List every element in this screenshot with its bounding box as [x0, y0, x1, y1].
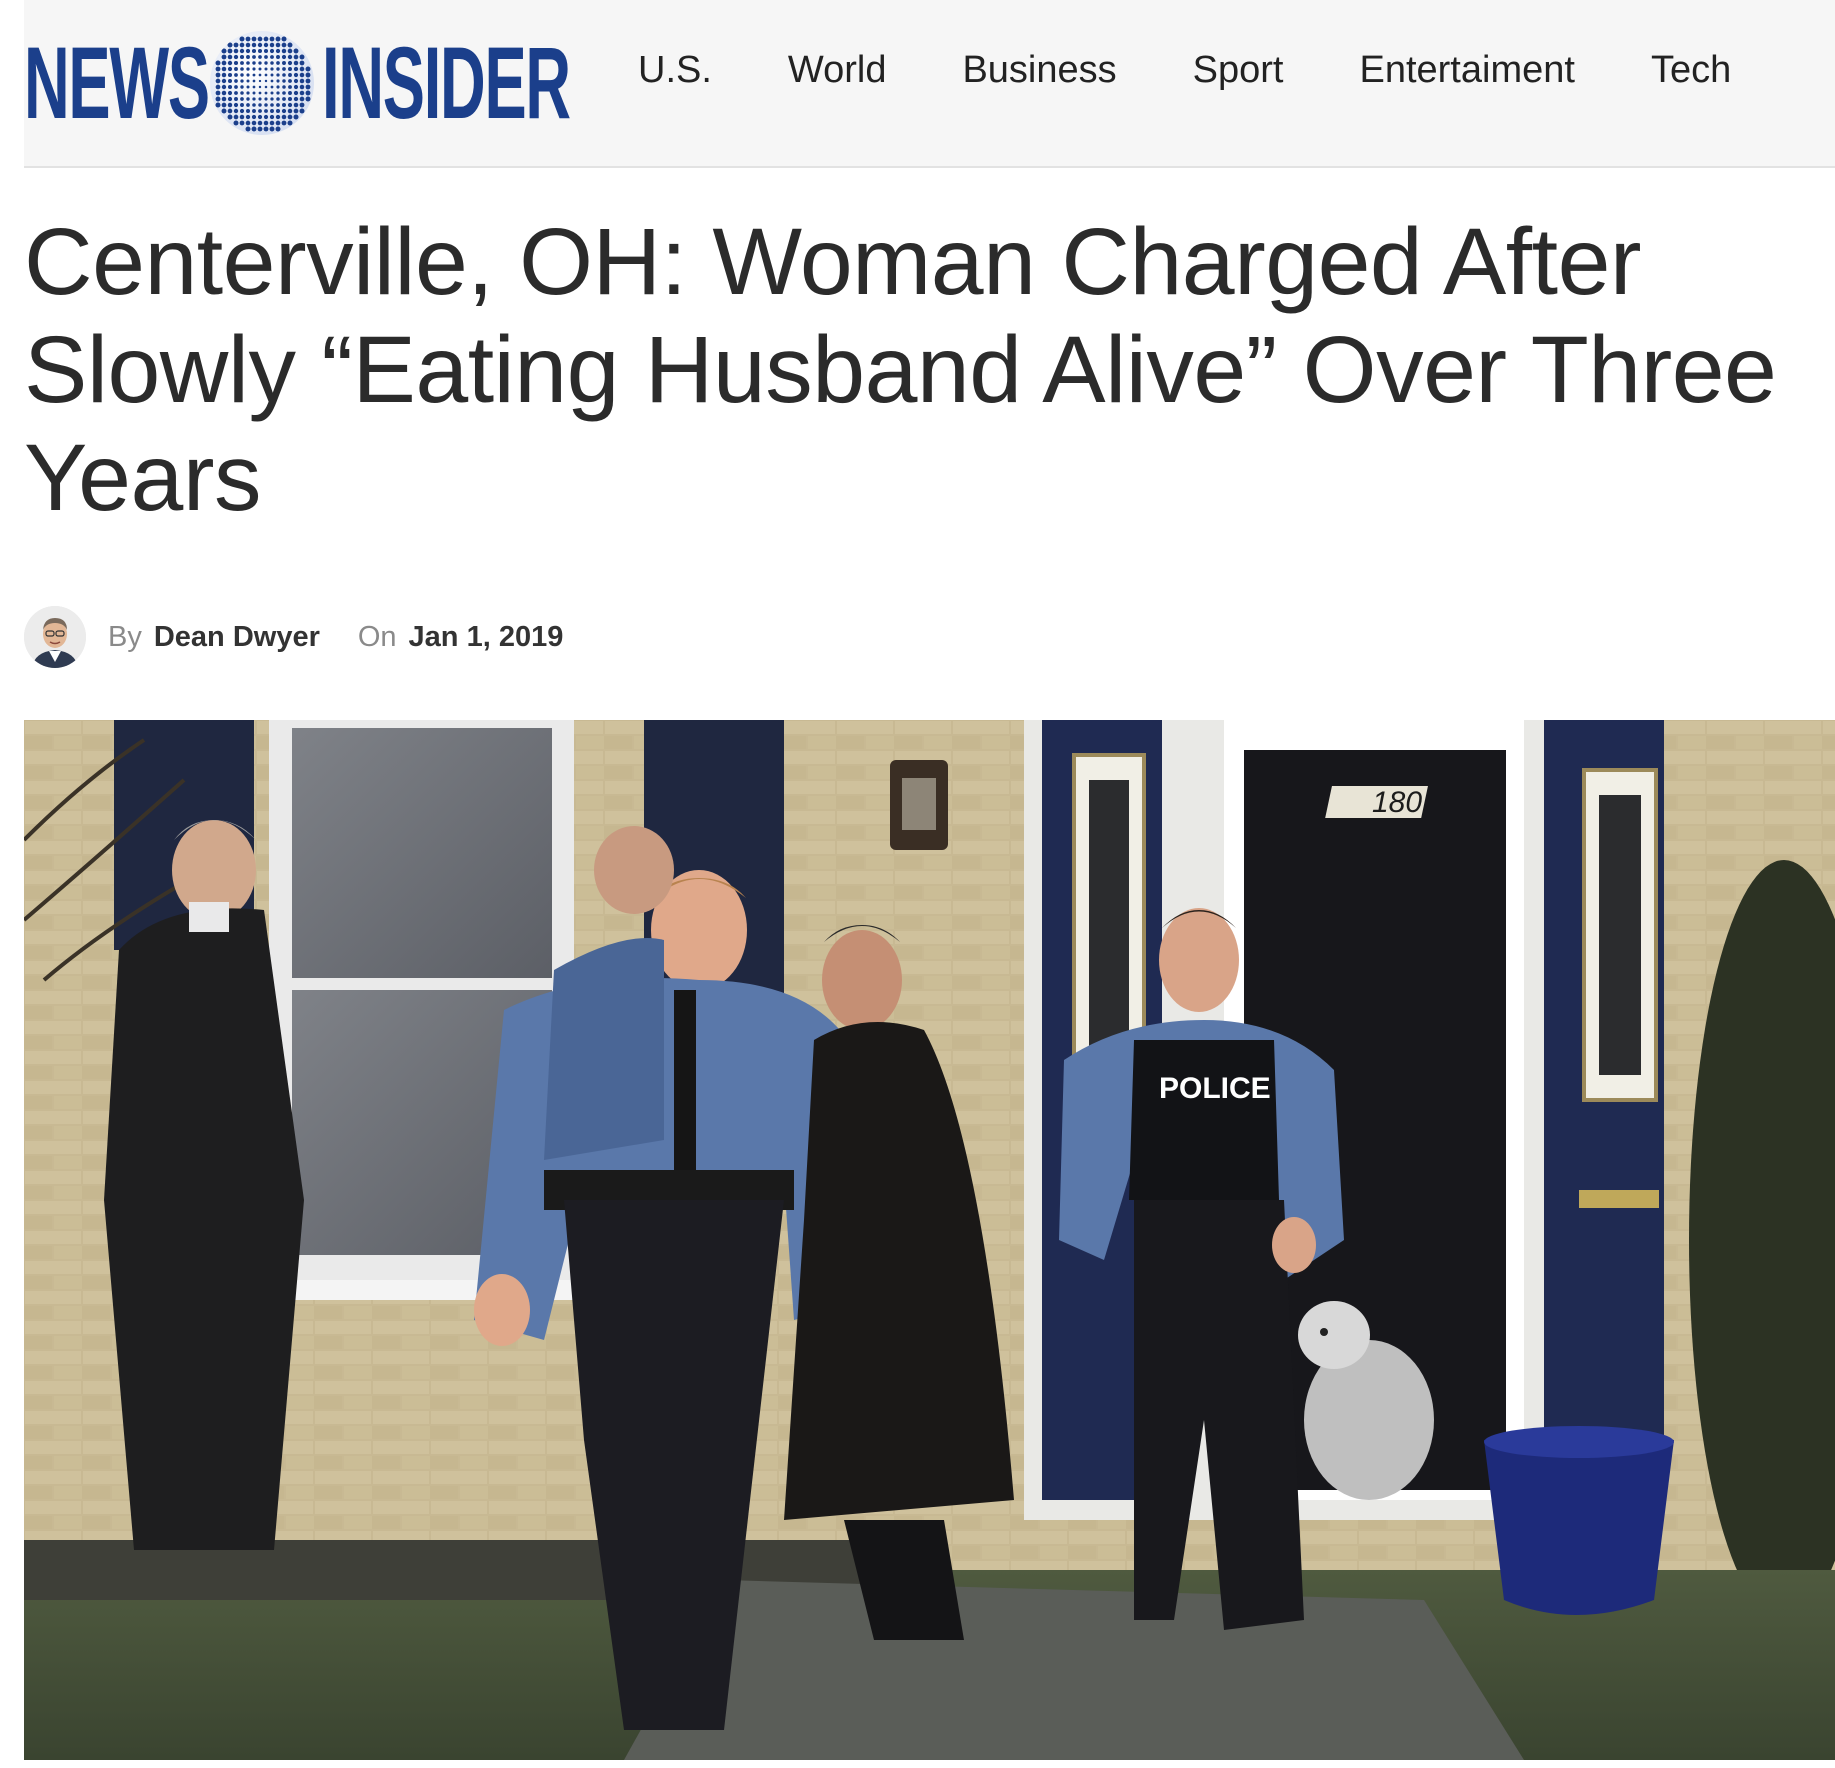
nav-item-tech[interactable]: Tech [1651, 49, 1731, 92]
nav-item-world[interactable]: World [788, 49, 887, 92]
svg-text:POLICE: POLICE [1159, 1072, 1271, 1105]
nav-item-business[interactable]: Business [962, 49, 1116, 92]
by-label: By [108, 620, 142, 653]
house-number: 180 [1325, 786, 1428, 819]
svg-text:180: 180 [1372, 786, 1422, 819]
page: NEWS INSIDER U.S. World Business Sport E… [0, 0, 1835, 1768]
article-feature-image[interactable]: 180 POLICE [24, 720, 1835, 1760]
police-at-house-photo: 180 POLICE [24, 720, 1835, 1760]
on-label: On [357, 620, 397, 653]
site-header: NEWS INSIDER U.S. World Business Sport E… [24, 0, 1835, 168]
site-logo[interactable]: NEWS INSIDER [24, 0, 571, 166]
logo-insider-text: INSIDER [322, 26, 571, 140]
article-title: Centerville, OH: Woman Charged After Slo… [24, 209, 1777, 531]
author-portrait-icon [24, 606, 86, 668]
article-byline: By Dean Dwyer On Jan 1, 2019 [24, 604, 563, 670]
author-avatar[interactable] [24, 606, 86, 668]
logo-news-text: NEWS [24, 26, 210, 140]
globe-icon [210, 31, 314, 135]
main-nav: U.S. World Business Sport Entertaiment T… [638, 0, 1731, 140]
author-name-link[interactable]: Dean Dwyer [154, 621, 320, 654]
publish-date: Jan 1, 2019 [408, 620, 564, 653]
nav-item-us[interactable]: U.S. [638, 49, 712, 92]
nav-item-sport[interactable]: Sport [1193, 49, 1284, 92]
nav-item-entertainment[interactable]: Entertaiment [1359, 49, 1574, 92]
